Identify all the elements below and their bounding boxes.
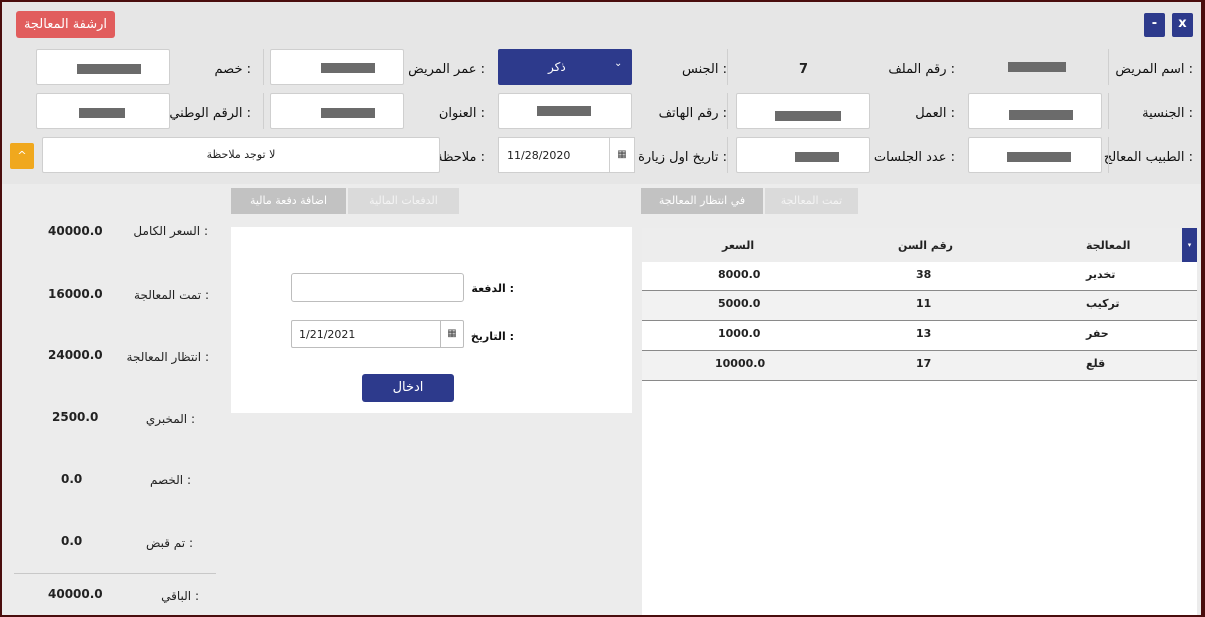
note-value: لا توجد ملاحظة	[206, 148, 276, 161]
cell-price: 1000.0	[718, 327, 761, 340]
summary-label: الخصم :	[150, 473, 191, 487]
column-header-tooth: رقم السن	[898, 239, 953, 252]
table-row[interactable]: حفر 13 1000.0	[642, 321, 1197, 351]
payment-date-label: التاريخ :	[470, 330, 514, 343]
sessions-field[interactable]	[736, 137, 870, 173]
gender-select[interactable]: ذكر ⌄	[498, 49, 632, 85]
cell-treatment: تخدير	[1086, 268, 1116, 281]
minimize-button[interactable]: -	[1144, 13, 1165, 37]
divider	[727, 137, 728, 173]
calendar-icon[interactable]: ▦	[440, 321, 463, 347]
sessions-label: عدد الجلسات :	[873, 150, 955, 165]
summary-value: 16000.0	[48, 287, 103, 301]
cell-treatment: حفر	[1086, 327, 1109, 340]
file-number-value: 7	[799, 62, 809, 77]
nationality-label: الجنسية :	[1142, 106, 1193, 121]
payment-date-field[interactable]: 1/21/2021 ▦	[291, 320, 464, 348]
cell-treatment: تركيب	[1086, 297, 1120, 310]
summary-label: الباقي :	[161, 589, 199, 603]
summary-value: 40000.0	[48, 587, 103, 601]
divider	[727, 93, 728, 129]
divider	[263, 49, 264, 85]
divider	[1108, 137, 1109, 173]
cell-price: 5000.0	[718, 297, 761, 310]
patient-age-field[interactable]	[270, 49, 404, 85]
patient-name-label: اسم المريض :	[1115, 62, 1193, 77]
tab-awaiting-treatment[interactable]: في انتظار المعالجة	[641, 188, 763, 214]
phone-field[interactable]	[498, 93, 632, 129]
cell-tooth: 17	[916, 357, 932, 370]
job-field[interactable]	[736, 93, 870, 129]
first-visit-date-field[interactable]: 11/28/2020 ▦	[498, 137, 635, 173]
summary-value: 0.0	[61, 472, 83, 486]
title-bar: ارشفة المعالجة - x	[2, 2, 1201, 44]
national-id-label: الرقم الوطني :	[169, 106, 251, 121]
cell-price: 8000.0	[718, 268, 761, 281]
dropdown-icon[interactable]: ▾	[1182, 228, 1197, 262]
first-visit-date-value: 11/28/2020	[507, 149, 571, 162]
divider	[263, 93, 264, 129]
tab-treated[interactable]: تمت المعالجة	[765, 188, 858, 214]
summary-value: 24000.0	[48, 348, 103, 362]
nationality-field[interactable]	[968, 93, 1102, 129]
address-field[interactable]	[270, 93, 404, 129]
cell-tooth: 13	[916, 327, 932, 340]
patient-age-label: عمر المريض :	[408, 62, 485, 77]
column-header-price: السعر	[722, 239, 755, 252]
first-visit-label: تاريخ اول زيارة :	[638, 150, 727, 165]
chevron-up-icon[interactable]: ^	[10, 143, 34, 169]
summary-value: 40000.0	[48, 224, 103, 238]
tab-payments[interactable]: الدفعات المالية	[348, 188, 459, 214]
divider	[727, 49, 728, 85]
column-header-treatment: المعالجة	[1086, 239, 1131, 252]
summary-label: انتظار المعالجة :	[126, 350, 209, 364]
table-row[interactable]: تركيب 11 5000.0	[642, 291, 1197, 321]
discount-label: خصم :	[214, 62, 251, 77]
payment-amount-label: الدفعة :	[471, 282, 514, 295]
summary-label: السعر الكامل :	[133, 224, 208, 238]
table-row[interactable]: تخدير 38 8000.0	[642, 262, 1197, 291]
treatment-table: المعالجة رقم السن السعر ▾ تخدير 38 8000.…	[642, 228, 1197, 615]
archive-treatment-button[interactable]: ارشفة المعالجة	[16, 11, 115, 38]
summary-label: المخبري :	[145, 412, 195, 426]
payment-amount-input[interactable]	[291, 273, 464, 302]
add-payment-form: الدفعة : التاريخ : 1/21/2021 ▦ ادخال	[231, 227, 632, 413]
gender-label: الجنس :	[682, 62, 727, 77]
doctor-label: الطبيب المعالج :	[1103, 150, 1193, 165]
job-label: العمل :	[915, 106, 955, 121]
payment-date-value: 1/21/2021	[299, 328, 356, 341]
divider	[1108, 49, 1109, 85]
summary-divider	[14, 573, 216, 574]
summary-label: تم قبض :	[145, 536, 193, 550]
close-button[interactable]: x	[1172, 13, 1193, 37]
divider	[1108, 93, 1109, 129]
cell-tooth: 38	[916, 268, 932, 281]
discount-field[interactable]	[36, 49, 170, 85]
calendar-icon[interactable]: ▦	[609, 138, 634, 172]
cell-price: 10000.0	[715, 357, 766, 370]
doctor-field[interactable]	[968, 137, 1102, 173]
treatment-window: ارشفة المعالجة - x اسم المريض : رقم المل…	[2, 2, 1201, 615]
summary-value: 0.0	[61, 534, 83, 548]
note-label: ملاحظة :	[436, 150, 485, 165]
summary-label: تمت المعالجة :	[134, 288, 209, 302]
chevron-down-icon: ⌄	[614, 58, 623, 69]
file-number-label: رقم الملف :	[888, 62, 955, 77]
note-field[interactable]: لا توجد ملاحظة	[42, 137, 440, 173]
address-label: العنوان :	[438, 106, 485, 121]
table-header: المعالجة رقم السن السعر ▾	[642, 228, 1197, 262]
patient-name-field[interactable]	[968, 49, 1102, 85]
cell-tooth: 11	[916, 297, 932, 310]
tab-add-payment[interactable]: اضافة دفعة مالية	[231, 188, 346, 214]
submit-payment-button[interactable]: ادخال	[362, 374, 454, 402]
summary-value: 2500.0	[52, 410, 99, 424]
table-row[interactable]: قلع 17 10000.0	[642, 351, 1197, 381]
cell-treatment: قلع	[1086, 357, 1106, 370]
gender-select-value: ذكر	[548, 60, 566, 74]
phone-label: رقم الهاتف :	[658, 106, 727, 121]
national-id-field[interactable]	[36, 93, 170, 129]
